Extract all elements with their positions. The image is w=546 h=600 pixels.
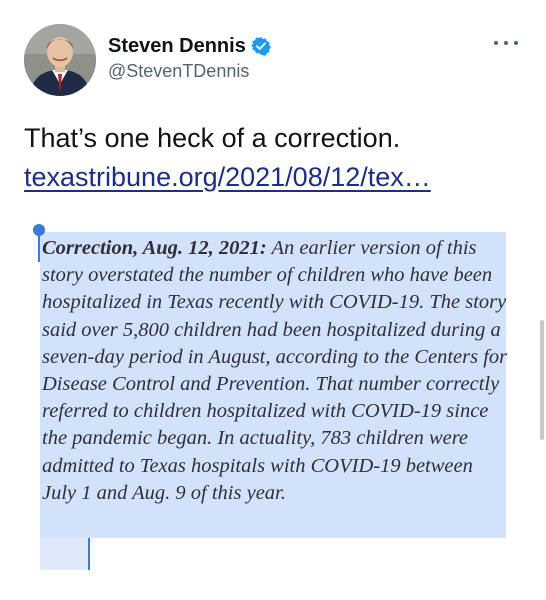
scrollbar[interactable] [538, 0, 546, 600]
more-dot [494, 41, 498, 45]
correction-body: An earlier version of this story oversta… [42, 237, 508, 504]
correction-quote: Correction, Aug. 12, 2021: An earlier ve… [42, 235, 512, 507]
author-name-row[interactable]: Steven Dennis [108, 34, 271, 58]
author-display-name[interactable]: Steven Dennis [108, 34, 246, 58]
text-selection-tail [40, 538, 90, 570]
profile-avatar-image [24, 24, 96, 96]
author-handle[interactable]: @StevenTDennis [108, 60, 249, 82]
tweet-link[interactable]: texastribune.org/2021/08/12/tex… [24, 160, 431, 194]
more-dot [504, 41, 508, 45]
tweet-text: That’s one heck of a correction. [24, 123, 401, 153]
scrollbar-thumb[interactable] [540, 320, 544, 440]
selection-end-handle[interactable] [88, 538, 90, 570]
more-options-icon[interactable] [494, 36, 518, 50]
correction-lead: Correction, Aug. 12, 2021: [42, 237, 267, 259]
selection-start-cursor[interactable] [38, 232, 40, 262]
more-dot [514, 41, 518, 45]
verified-badge-icon [250, 36, 271, 56]
avatar[interactable] [24, 24, 96, 96]
